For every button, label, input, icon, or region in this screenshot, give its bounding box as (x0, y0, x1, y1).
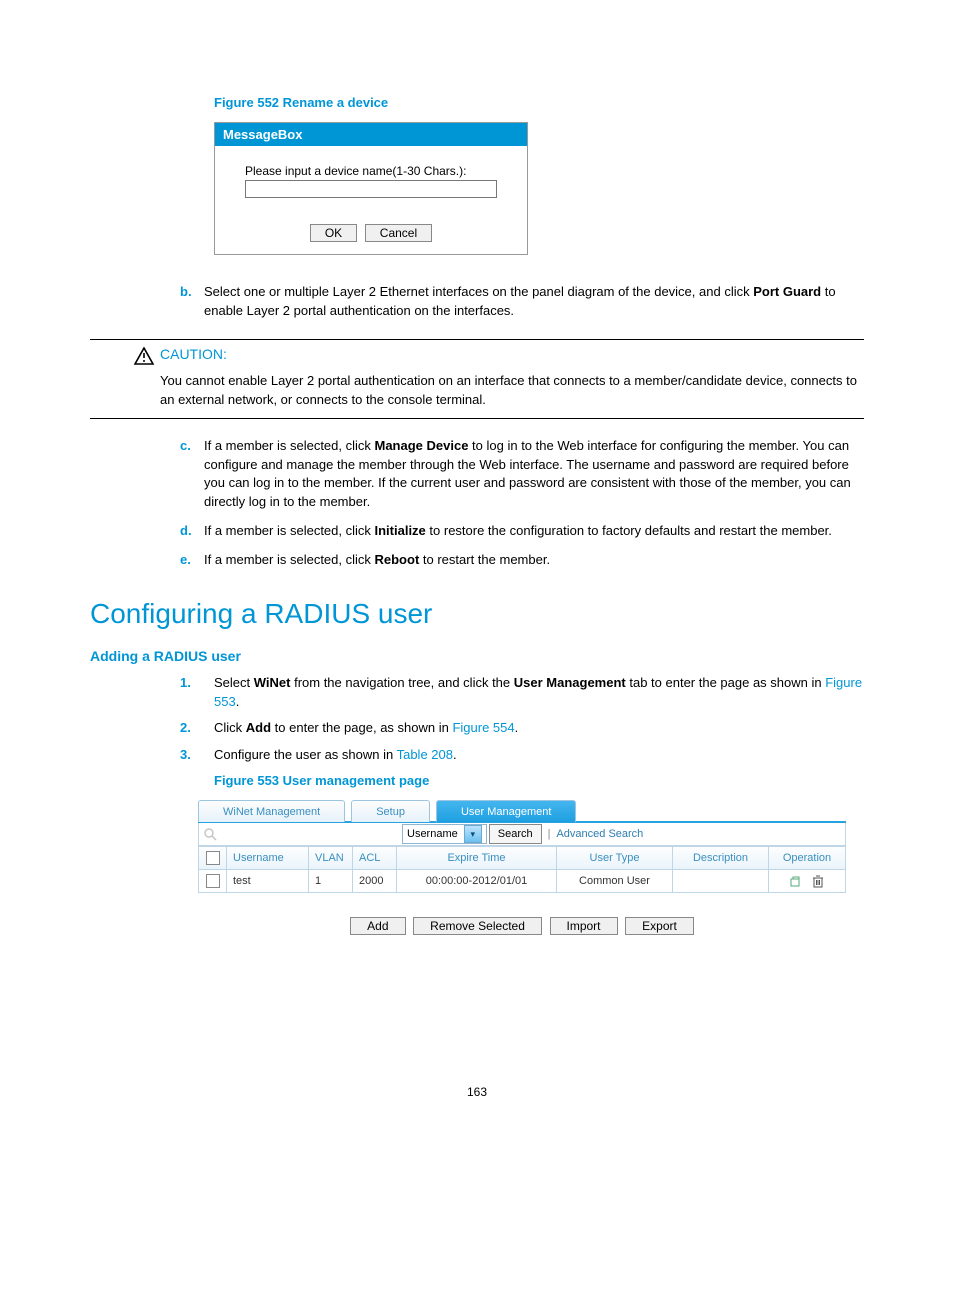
remove-selected-button[interactable]: Remove Selected (413, 917, 542, 935)
cell-username: test (227, 869, 309, 892)
caution-icon (134, 347, 154, 365)
trash-icon[interactable] (811, 874, 825, 888)
subsection-heading: Adding a RADIUS user (90, 648, 864, 664)
export-button[interactable]: Export (625, 917, 694, 935)
step-1-marker: 1. (180, 674, 214, 712)
step-1-text: Select WiNet from the navigation tree, a… (214, 674, 864, 712)
caution-label: CAUTION: (160, 346, 227, 362)
col-description[interactable]: Description (673, 846, 769, 869)
row-checkbox[interactable] (206, 874, 220, 888)
search-button[interactable]: Search (489, 824, 542, 844)
figure-553-caption: Figure 553 User management page (214, 773, 864, 788)
chevron-down-icon: ▾ (464, 825, 482, 843)
select-all-checkbox[interactable] (206, 851, 220, 865)
step-b-marker: b. (180, 283, 204, 321)
messagebox-title: MessageBox (215, 123, 527, 146)
cell-expire: 00:00:00-2012/01/01 (397, 869, 557, 892)
cell-acl: 2000 (353, 869, 397, 892)
figure-552-messagebox: MessageBox Please input a device name(1-… (214, 122, 528, 255)
search-input[interactable] (221, 825, 402, 843)
table-row: test 1 2000 00:00:00-2012/01/01 Common U… (199, 869, 845, 892)
divider: | (548, 828, 551, 840)
step-3-marker: 3. (180, 746, 214, 765)
divider (90, 418, 864, 419)
step-b-text: Select one or multiple Layer 2 Ethernet … (204, 283, 864, 321)
tab-winet-management[interactable]: WiNet Management (198, 800, 345, 822)
step-c-text: If a member is selected, click Manage De… (204, 437, 864, 512)
cell-vlan: 1 (309, 869, 353, 892)
cell-description (673, 869, 769, 892)
step-d-marker: d. (180, 522, 204, 541)
step-e-text: If a member is selected, click Reboot to… (204, 551, 864, 570)
cell-user-type: Common User (557, 869, 673, 892)
step-3-text: Configure the user as shown in Table 208… (214, 746, 864, 765)
table-header: Username VLAN ACL Expire Time User Type … (199, 846, 845, 869)
device-name-input[interactable] (245, 180, 497, 198)
page-number: 163 (90, 1085, 864, 1099)
tab-setup[interactable]: Setup (351, 800, 430, 822)
step-e-marker: e. (180, 551, 204, 570)
figure-552-caption: Figure 552 Rename a device (214, 95, 864, 110)
add-button[interactable]: Add (350, 917, 405, 935)
step-2-marker: 2. (180, 719, 214, 738)
import-button[interactable]: Import (550, 917, 618, 935)
caution-body: You cannot enable Layer 2 portal authent… (160, 371, 864, 410)
step-c-marker: c. (180, 437, 204, 512)
advanced-search-link[interactable]: Advanced Search (556, 828, 643, 840)
step-2-text: Click Add to enter the page, as shown in… (214, 719, 864, 738)
col-username[interactable]: Username (227, 846, 309, 869)
user-table: Username VLAN ACL Expire Time User Type … (198, 846, 846, 893)
col-acl[interactable]: ACL (353, 846, 397, 869)
messagebox-prompt: Please input a device name(1-30 Chars.): (245, 164, 497, 178)
step-d-text: If a member is selected, click Initializ… (204, 522, 864, 541)
col-operation: Operation (769, 846, 845, 869)
divider (90, 339, 864, 340)
edit-icon[interactable] (789, 874, 803, 888)
cancel-button[interactable]: Cancel (365, 224, 432, 242)
search-icon (203, 827, 217, 841)
col-expire[interactable]: Expire Time (397, 846, 557, 869)
search-field-select[interactable]: Username ▾ (402, 824, 487, 844)
ok-button[interactable]: OK (310, 224, 357, 242)
col-vlan[interactable]: VLAN (309, 846, 353, 869)
figure-553: WiNet Management Setup User Management U… (198, 800, 846, 893)
col-user-type[interactable]: User Type (557, 846, 673, 869)
section-heading: Configuring a RADIUS user (90, 598, 864, 630)
tab-user-management[interactable]: User Management (436, 800, 577, 822)
